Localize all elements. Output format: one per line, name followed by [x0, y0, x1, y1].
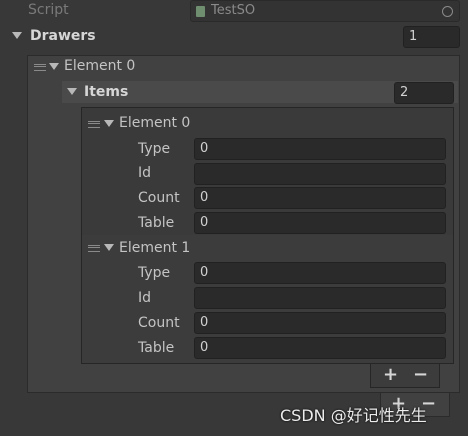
script-field[interactable]: TestSO: [190, 0, 460, 22]
item-element-1-label: Element 1: [119, 240, 191, 256]
drawers-expand-icon[interactable]: [12, 32, 22, 39]
type-label: Type: [138, 265, 171, 281]
items-size-field[interactable]: 2: [394, 82, 454, 104]
item-element-1-expand-icon[interactable]: [104, 244, 114, 251]
table-field[interactable]: 0: [194, 337, 446, 359]
items-foldout[interactable]: Items 2: [62, 81, 458, 104]
watermark: CSDN @好记性先生: [280, 406, 427, 425]
script-label: Script: [28, 2, 69, 18]
count-field[interactable]: 0: [194, 187, 446, 209]
script-row: Script TestSO: [0, 0, 468, 22]
items-expand-icon[interactable]: [67, 88, 77, 95]
drawer-element-0-label: Element 0: [64, 58, 136, 74]
table-label: Table: [138, 215, 175, 231]
items-remove-button[interactable]: −: [413, 364, 428, 386]
script-value: TestSO: [211, 3, 256, 18]
type-field[interactable]: 0: [194, 138, 446, 160]
item-element-1[interactable]: Element 1: [82, 236, 453, 260]
count-field[interactable]: 0: [194, 312, 446, 334]
drawer-element-0[interactable]: Element 0: [28, 56, 458, 78]
object-picker-icon[interactable]: [442, 6, 453, 17]
count-label: Count: [138, 315, 180, 331]
table-label: Table: [138, 340, 175, 356]
count-label: Count: [138, 190, 180, 206]
id-field[interactable]: [194, 163, 446, 185]
items-label: Items: [84, 84, 129, 100]
drawer-element-0-expand-icon[interactable]: [49, 63, 59, 70]
drag-handle-icon[interactable]: [34, 64, 46, 71]
items-list-footer: + −: [370, 364, 440, 388]
table-field[interactable]: 0: [194, 212, 446, 234]
items-add-button[interactable]: +: [383, 364, 398, 386]
id-label: Id: [138, 165, 152, 181]
drag-handle-icon[interactable]: [88, 245, 100, 252]
drawers-size-field[interactable]: 1: [403, 26, 460, 48]
item-element-0-label: Element 0: [119, 115, 191, 131]
id-label: Id: [138, 290, 152, 306]
item-element-0-expand-icon[interactable]: [104, 120, 114, 127]
id-field[interactable]: [194, 287, 446, 309]
script-file-icon: [196, 6, 205, 17]
drawers-foldout[interactable]: Drawers 1: [0, 26, 468, 48]
drawers-label: Drawers: [30, 28, 96, 44]
drag-handle-icon[interactable]: [88, 121, 100, 128]
type-label: Type: [138, 141, 171, 157]
type-field[interactable]: 0: [194, 262, 446, 284]
